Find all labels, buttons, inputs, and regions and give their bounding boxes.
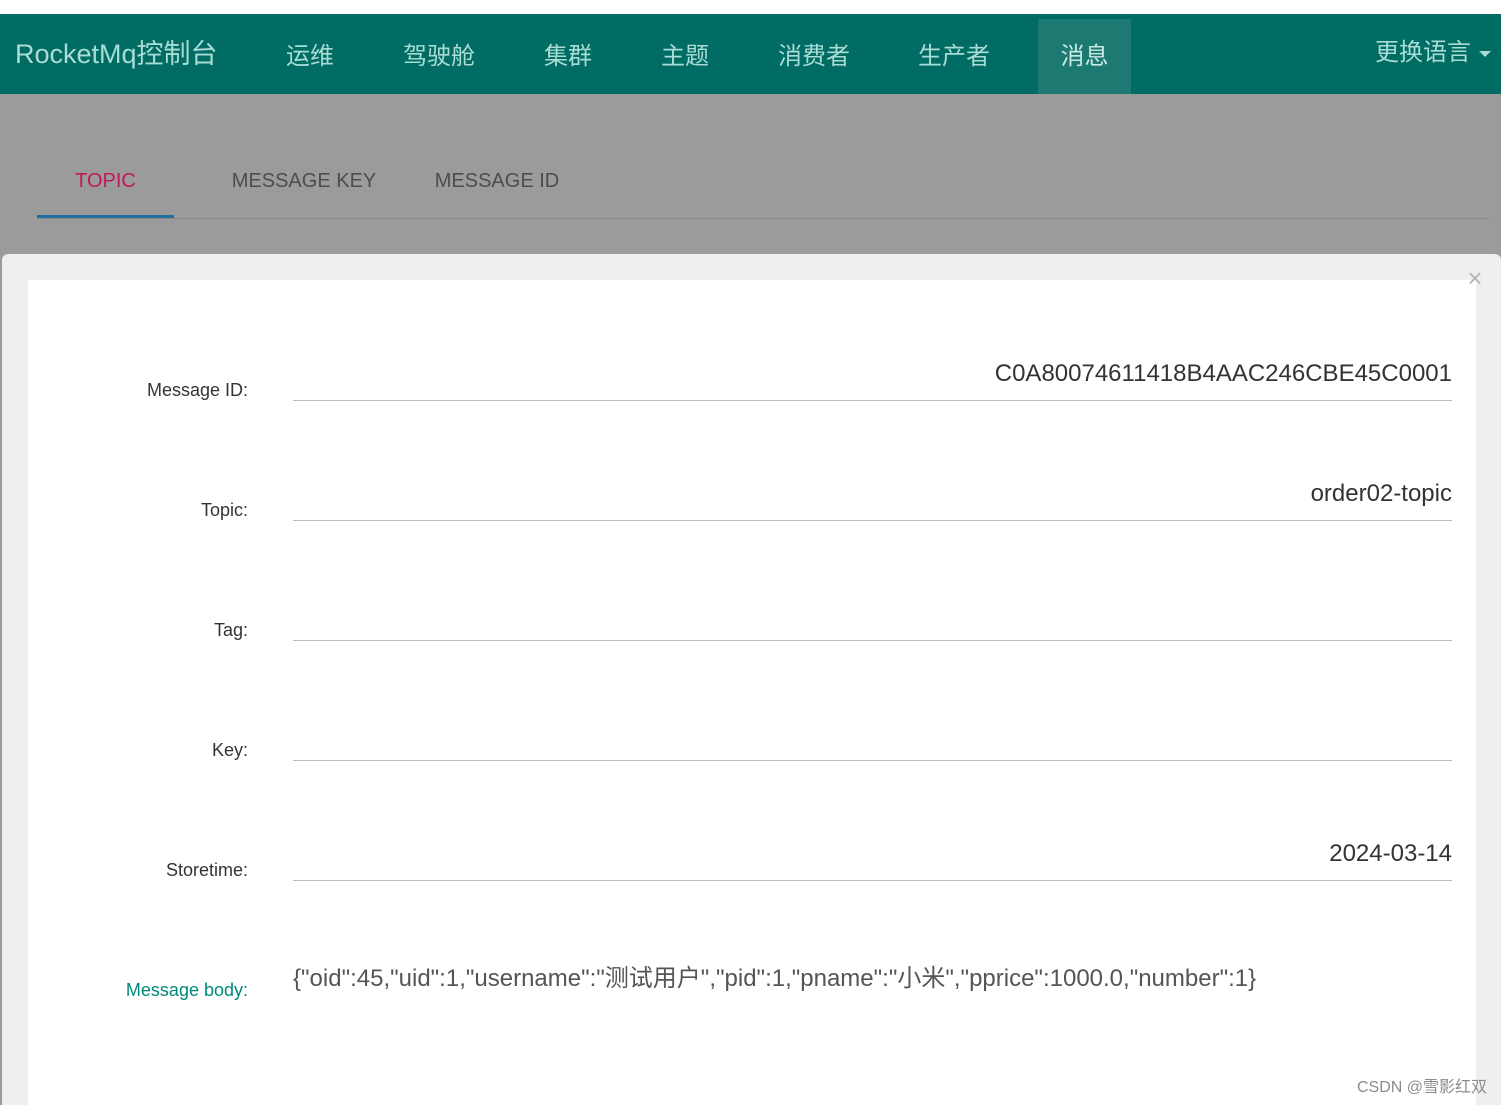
nav-item-message[interactable]: 消息 xyxy=(1038,19,1131,94)
storetime-value: 2024-03-14 xyxy=(1329,840,1452,867)
close-icon[interactable]: × xyxy=(1462,262,1488,294)
caret-down-icon xyxy=(1479,50,1491,57)
message-id-field[interactable]: C0A80074611418B4AAC246CBE45C0001 xyxy=(293,341,1452,401)
storetime-field[interactable]: 2024-03-14 xyxy=(293,821,1452,881)
tab-message-key[interactable]: MESSAGE KEY xyxy=(197,145,411,218)
key-label: Key: xyxy=(211,740,248,760)
nav-item-consumer[interactable]: 消费者 xyxy=(760,19,868,94)
nav-item-producer[interactable]: 生产者 xyxy=(900,19,1008,94)
key-field[interactable] xyxy=(293,701,1452,761)
message-id-value: C0A80074611418B4AAC246CBE45C0001 xyxy=(994,360,1452,387)
message-id-label: Message ID: xyxy=(146,380,248,400)
nav-item-cluster[interactable]: 集群 xyxy=(526,19,610,94)
nav-item-topic[interactable]: 主题 xyxy=(643,19,727,94)
language-dropdown[interactable]: 更换语言 xyxy=(1375,32,1491,67)
nav-item-ops[interactable]: 运维 xyxy=(268,19,352,94)
topic-label: Topic: xyxy=(200,500,248,520)
language-label: 更换语言 xyxy=(1375,39,1471,66)
brand-title[interactable]: RocketMq控制台 xyxy=(15,32,218,71)
watermark: CSDN @雪影红双 xyxy=(1356,1079,1487,1096)
topic-field[interactable]: order02-topic xyxy=(293,461,1452,521)
tab-message-id[interactable]: MESSAGE ID xyxy=(417,145,577,218)
message-body-label: Message body: xyxy=(125,980,248,1000)
nav-item-dashboard[interactable]: 驾驶舱 xyxy=(387,19,491,94)
tag-field[interactable] xyxy=(293,581,1452,641)
message-body-value[interactable]: {"oid":45,"uid":1,"username":"测试用户","pid… xyxy=(293,958,1452,993)
tab-topic[interactable]: TOPIC xyxy=(37,145,174,218)
top-navbar: RocketMq控制台 运维 驾驶舱 集群 主题 消费者 生产者 消息 更换语言 xyxy=(0,14,1501,94)
top-strip xyxy=(0,0,1501,14)
topic-value: order02-topic xyxy=(1310,480,1452,507)
tag-label: Tag: xyxy=(213,620,248,640)
storetime-label: Storetime: xyxy=(165,860,248,880)
query-tabs: TOPIC MESSAGE KEY MESSAGE ID xyxy=(37,145,1490,219)
